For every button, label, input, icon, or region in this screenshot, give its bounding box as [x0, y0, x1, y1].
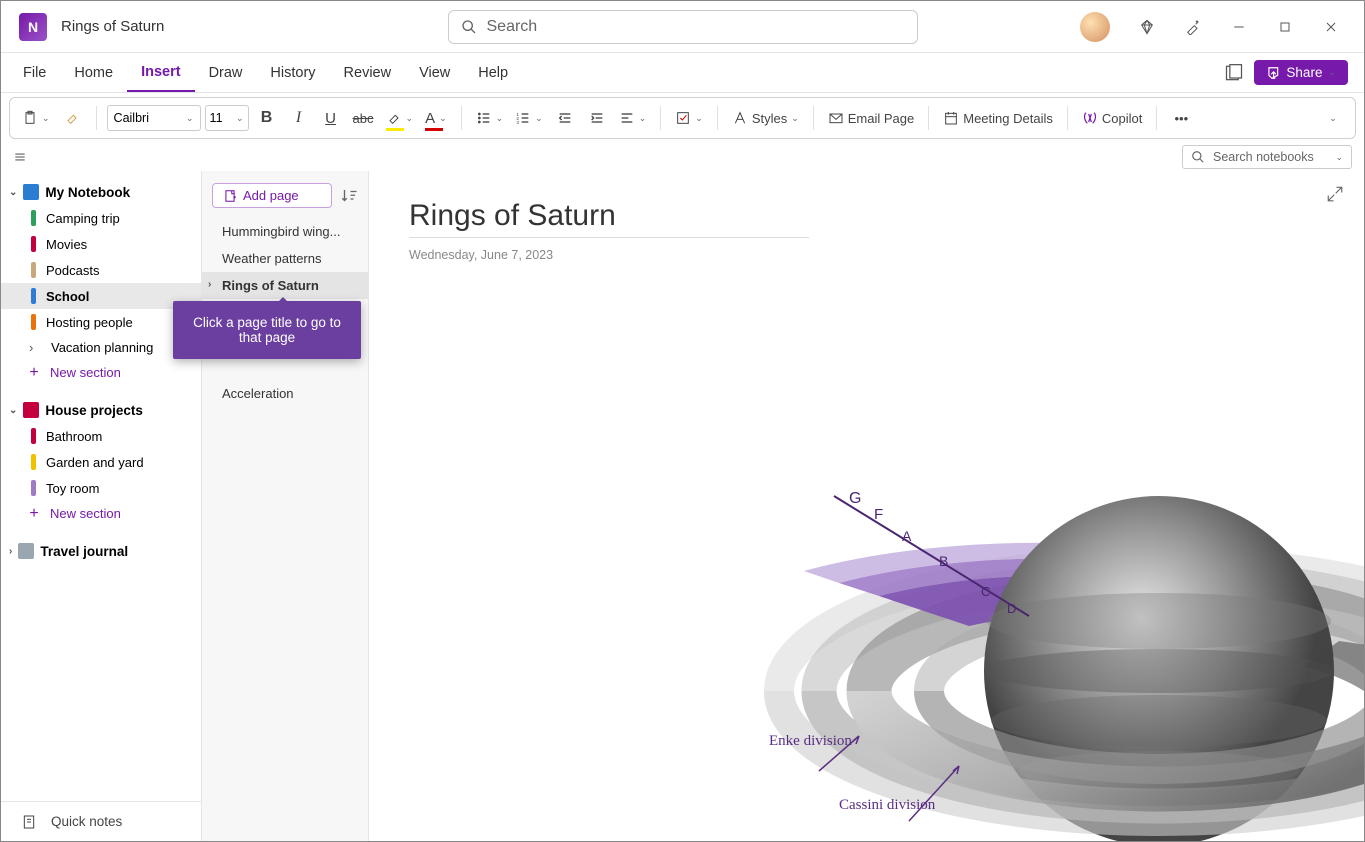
expand-page-icon[interactable]	[1326, 185, 1344, 203]
highlight-button[interactable]: ⌄	[382, 104, 418, 132]
premium-icon[interactable]	[1126, 10, 1168, 44]
svg-text:G: G	[849, 490, 861, 507]
paste-button[interactable]: ⌄	[18, 104, 54, 132]
notebook-sidebar: ⌄My NotebookCamping tripMoviesPodcastsSc…	[1, 171, 201, 841]
font-size-select[interactable]: 11⌄	[205, 105, 249, 131]
sort-pages-icon[interactable]	[340, 187, 358, 205]
help-tooltip: Click a page title to go to that page	[173, 301, 361, 359]
saturn-illustration: G F A B C D Enke division Cassini divisi…	[759, 441, 1364, 841]
quick-bar: Search notebooks ⌄	[1, 143, 1364, 171]
annotation-enke: Enke division	[769, 733, 852, 750]
page-title[interactable]: Rings of Saturn	[409, 199, 1324, 233]
add-page-button[interactable]: Add page	[212, 183, 332, 208]
coming-soon-icon[interactable]	[1172, 10, 1214, 44]
title-bar: N Rings of Saturn Search	[1, 1, 1364, 53]
section-item[interactable]: Toy room	[1, 475, 201, 501]
page-item[interactable]: Hummingbird wing...	[202, 218, 368, 245]
notebook-header[interactable]: ›Travel journal	[1, 538, 201, 564]
meeting-details-button[interactable]: Meeting Details	[939, 104, 1057, 132]
increase-indent-button[interactable]	[583, 104, 611, 132]
title-underline	[409, 237, 809, 238]
section-item[interactable]: Camping trip	[1, 205, 201, 231]
number-list-button[interactable]: 123⌄	[511, 104, 547, 132]
share-button[interactable]: Share ⌄	[1254, 60, 1348, 85]
menu-draw[interactable]: Draw	[195, 53, 257, 92]
font-color-button[interactable]: A⌄	[421, 104, 451, 132]
ribbon-toolbar: ⌄ Cailbri⌄ 11⌄ B I U abc ⌄ A⌄ ⌄ 123⌄ ⌄ ⌄…	[9, 97, 1356, 139]
bold-button[interactable]: B	[253, 104, 281, 132]
svg-text:A: A	[902, 528, 912, 544]
section-item[interactable]: ›Vacation planning	[1, 335, 201, 360]
page-item[interactable]: Weather patterns	[202, 245, 368, 272]
align-button[interactable]: ⌄	[615, 104, 651, 132]
quick-notes-button[interactable]: Quick notes	[1, 801, 201, 841]
menu-file[interactable]: File	[9, 53, 60, 92]
svg-text:F: F	[874, 506, 883, 523]
new-section-button[interactable]: +New section	[1, 501, 201, 526]
app-icon: N	[19, 13, 47, 41]
nav-toggle-icon[interactable]	[13, 150, 27, 164]
decrease-indent-button[interactable]	[551, 104, 579, 132]
maximize-button[interactable]	[1264, 10, 1306, 44]
page-content: Rings of Saturn Wednesday, June 7, 2023	[369, 171, 1364, 841]
notebook-header[interactable]: ⌄My Notebook	[1, 179, 201, 205]
close-button[interactable]	[1310, 10, 1352, 44]
section-item[interactable]: Bathroom	[1, 423, 201, 449]
copilot-button[interactable]: Copilot	[1078, 104, 1146, 132]
pages-sidebar: Add page Hummingbird wing...Weather patt…	[201, 171, 369, 841]
italic-button[interactable]: I	[285, 104, 313, 132]
share-label: Share	[1286, 65, 1322, 80]
menu-view[interactable]: View	[405, 53, 464, 92]
quick-notes-label: Quick notes	[51, 814, 122, 829]
fullscreen-mode-icon[interactable]	[1224, 63, 1244, 83]
notebook-header[interactable]: ⌄House projects	[1, 397, 201, 423]
svg-text:3: 3	[517, 120, 520, 125]
search-notebooks-placeholder: Search notebooks	[1213, 150, 1314, 164]
search-placeholder: Search	[487, 18, 538, 36]
ribbon-expand-button[interactable]: ⌄	[1319, 104, 1347, 132]
menu-bar: File Home Insert Draw History Review Vie…	[1, 53, 1364, 93]
section-item[interactable]: Movies	[1, 231, 201, 257]
window-controls	[1080, 10, 1360, 44]
search-icon	[461, 19, 477, 35]
svg-text:C: C	[981, 584, 990, 599]
format-painter-button[interactable]	[58, 104, 86, 132]
menu-history[interactable]: History	[256, 53, 329, 92]
annotation-cassini: Cassini division	[839, 797, 935, 814]
new-section-button[interactable]: +New section	[1, 360, 201, 385]
page-item[interactable]: Acceleration	[202, 380, 368, 407]
svg-text:B: B	[939, 553, 948, 569]
bullet-list-button[interactable]: ⌄	[472, 104, 508, 132]
add-page-label: Add page	[243, 188, 299, 203]
underline-button[interactable]: U	[317, 104, 345, 132]
strikethrough-button[interactable]: abc	[349, 104, 378, 132]
styles-button[interactable]: Styles⌄	[728, 104, 803, 132]
menu-insert[interactable]: Insert	[127, 53, 195, 92]
section-item[interactable]: School	[1, 283, 201, 309]
user-avatar[interactable]	[1080, 12, 1110, 42]
section-item[interactable]: Garden and yard	[1, 449, 201, 475]
global-search[interactable]: Search	[448, 10, 918, 44]
minimize-button[interactable]	[1218, 10, 1260, 44]
menu-review[interactable]: Review	[330, 53, 406, 92]
font-select[interactable]: Cailbri⌄	[107, 105, 201, 131]
menu-home[interactable]: Home	[60, 53, 127, 92]
more-options-button[interactable]: •••	[1167, 104, 1195, 132]
menu-help[interactable]: Help	[464, 53, 522, 92]
email-page-button[interactable]: Email Page	[824, 104, 918, 132]
todo-tag-button[interactable]: ⌄	[671, 104, 707, 132]
document-title: Rings of Saturn	[61, 18, 164, 35]
section-item[interactable]: Podcasts	[1, 257, 201, 283]
section-item[interactable]: Hosting people	[1, 309, 201, 335]
svg-text:D: D	[1007, 601, 1016, 616]
search-notebooks[interactable]: Search notebooks ⌄	[1182, 145, 1352, 169]
page-date: Wednesday, June 7, 2023	[409, 248, 1324, 262]
